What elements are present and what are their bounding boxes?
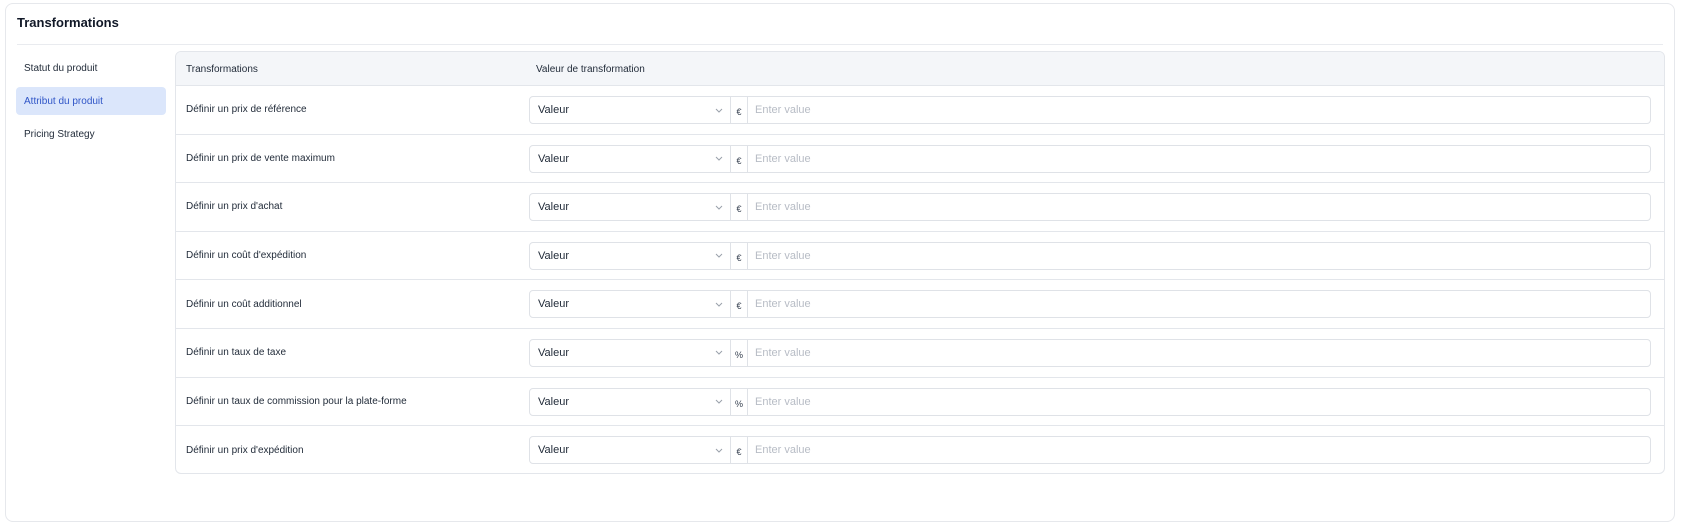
transformation-value-control: Valeur % [529, 387, 1651, 416]
value-type-selected: Valeur [538, 444, 569, 457]
column-header-valeur: Valeur de transformation [536, 63, 645, 75]
value-type-select[interactable]: Valeur [530, 97, 730, 123]
unit-addon: € [730, 242, 748, 269]
table-row: Définir un prix de vente maximum Valeur … [176, 135, 1664, 184]
chevron-down-icon [714, 105, 724, 115]
value-type-select[interactable]: Valeur [530, 243, 730, 269]
value-type-select[interactable]: Valeur [530, 146, 730, 172]
chevron-down-icon [714, 348, 724, 358]
table-row: Définir un prix de référence Valeur € [176, 86, 1664, 135]
transformation-label: Définir un coût additionnel [186, 298, 302, 310]
unit-addon: € [730, 97, 748, 123]
transformation-value-control: Valeur € [529, 436, 1651, 465]
unit-addon: % [730, 339, 748, 366]
chevron-down-icon [714, 202, 724, 212]
value-type-selected: Valeur [538, 346, 569, 359]
table-row: Définir un prix d'expédition Valeur € [176, 426, 1664, 473]
table-row: Définir un prix d'achat Valeur € [176, 183, 1664, 232]
transformation-label: Définir un taux de taxe [186, 347, 287, 359]
value-type-select[interactable]: Valeur [530, 389, 730, 415]
value-input[interactable] [748, 242, 1650, 269]
value-input[interactable] [748, 194, 1650, 221]
table-row: Définir un taux de commission pour la pl… [176, 378, 1664, 427]
unit-addon: € [730, 145, 748, 172]
value-input[interactable] [748, 388, 1650, 415]
table-body: Définir un prix de référence Valeur € Dé… [176, 86, 1664, 473]
table-row: Définir un coût d'expédition Valeur € [176, 232, 1664, 281]
table-header: Transformations Valeur de transformation [176, 52, 1664, 86]
value-type-select[interactable]: Valeur [530, 437, 730, 463]
transformation-label: Définir un prix de référence [186, 104, 307, 116]
sidebar-item-pricing-strategy[interactable]: Pricing Strategy [16, 120, 166, 148]
chevron-down-icon [714, 397, 724, 407]
value-type-selected: Valeur [538, 298, 569, 311]
transformation-label: Définir un prix d'achat [186, 201, 283, 213]
sidebar-item-statut-du-produit[interactable]: Statut du produit [16, 54, 166, 82]
value-type-selected: Valeur [538, 249, 569, 262]
value-input[interactable] [748, 145, 1650, 172]
transformation-value-control: Valeur % [529, 338, 1651, 367]
column-header-transformations: Transformations [186, 63, 258, 75]
value-type-selected: Valeur [538, 395, 569, 408]
value-type-select[interactable]: Valeur [530, 194, 730, 220]
transformation-value-control: Valeur € [529, 193, 1651, 222]
transformation-label: Définir un prix d'expédition [186, 444, 304, 456]
chevron-down-icon [714, 299, 724, 309]
value-type-select[interactable]: Valeur [530, 291, 730, 317]
transformation-label: Définir un prix de vente maximum [186, 152, 335, 164]
transformation-value-control: Valeur € [529, 96, 1651, 124]
transformation-value-control: Valeur € [529, 144, 1651, 173]
sidebar-item-attribut-du-produit[interactable]: Attribut du produit [16, 87, 166, 115]
transformations-card: Transformations Statut du produit Attrib… [5, 3, 1675, 522]
unit-addon: % [730, 388, 748, 415]
value-input[interactable] [748, 97, 1650, 123]
title-divider [17, 44, 1663, 45]
transformation-label: Définir un taux de commission pour la pl… [186, 395, 407, 407]
transformation-value-control: Valeur € [529, 241, 1651, 270]
value-input[interactable] [748, 437, 1650, 464]
table-row: Définir un taux de taxe Valeur % [176, 329, 1664, 378]
value-type-selected: Valeur [538, 201, 569, 214]
chevron-down-icon [714, 445, 724, 455]
chevron-down-icon [714, 251, 724, 261]
sidebar-nav: Statut du produit Attribut du produit Pr… [16, 54, 166, 153]
chevron-down-icon [714, 154, 724, 164]
transformation-label: Définir un coût d'expédition [186, 250, 307, 262]
transformation-value-control: Valeur € [529, 290, 1651, 319]
transformations-table: Transformations Valeur de transformation… [175, 51, 1665, 474]
value-type-selected: Valeur [538, 104, 569, 116]
value-input[interactable] [748, 339, 1650, 366]
value-input[interactable] [748, 291, 1650, 318]
card-title: Transformations [17, 15, 119, 30]
unit-addon: € [730, 437, 748, 464]
value-type-selected: Valeur [538, 152, 569, 165]
unit-addon: € [730, 291, 748, 318]
value-type-select[interactable]: Valeur [530, 340, 730, 366]
unit-addon: € [730, 194, 748, 221]
table-row: Définir un coût additionnel Valeur € [176, 280, 1664, 329]
